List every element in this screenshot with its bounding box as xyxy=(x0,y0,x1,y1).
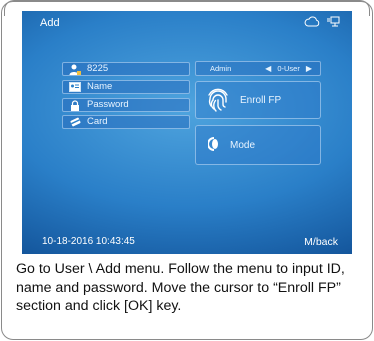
card-icon xyxy=(69,117,81,128)
user-icon xyxy=(69,64,81,75)
arrow-right-icon[interactable]: ▶ xyxy=(306,64,312,73)
name-field[interactable]: Name xyxy=(62,80,190,94)
back-hint[interactable]: M/back xyxy=(304,236,338,248)
id-card-icon xyxy=(69,81,81,93)
cloud-icon xyxy=(304,16,320,28)
role-switch[interactable]: ◀ 0-User ▶ xyxy=(265,64,312,73)
role-selector[interactable]: Admin ◀ 0-User ▶ xyxy=(195,61,321,76)
status-icons xyxy=(304,16,340,28)
mode-label: Mode xyxy=(230,139,256,151)
password-placeholder: Password xyxy=(87,99,129,110)
mode-icon xyxy=(207,136,220,154)
fingerprint-icon xyxy=(206,86,230,115)
user-id-value: 8225 xyxy=(87,63,109,74)
arrow-left-icon[interactable]: ◀ xyxy=(265,64,271,73)
datetime-readout: 10-18-2016 10:43:45 xyxy=(42,236,135,247)
name-placeholder: Name xyxy=(87,81,113,92)
user-id-field[interactable]: 8225 xyxy=(62,62,190,76)
password-field[interactable]: Password xyxy=(62,98,190,112)
screen-title: Add xyxy=(40,17,60,29)
enroll-fp-button[interactable]: Enroll FP xyxy=(195,81,321,119)
card-label: Card xyxy=(87,116,108,127)
card-field[interactable]: Card xyxy=(62,115,190,129)
mode-button[interactable]: Mode xyxy=(195,125,321,165)
instruction-text: Go to User \ Add menu. Follow the menu t… xyxy=(16,261,345,314)
network-icon xyxy=(326,16,340,28)
enroll-fp-label: Enroll FP xyxy=(240,94,282,106)
role-value: 0-User xyxy=(277,64,300,73)
device-screen: Add 8225 Name Password Card Admin ◀ 0-Us… xyxy=(22,11,352,254)
role-label: Admin xyxy=(210,64,232,73)
lock-icon xyxy=(69,99,81,111)
